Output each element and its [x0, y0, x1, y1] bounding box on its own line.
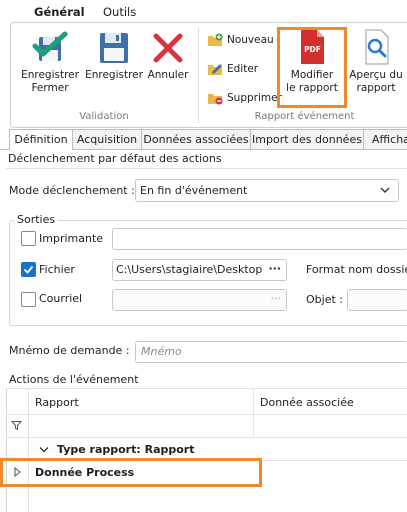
check-icon	[23, 265, 34, 274]
highlight-modify-report	[277, 27, 347, 108]
cancel-button[interactable]: Annuler	[143, 31, 193, 82]
tab-import-donnees[interactable]: Import des données	[250, 129, 364, 149]
row-divider	[6, 414, 407, 415]
filter-icon[interactable]	[11, 420, 22, 431]
preview-icon	[365, 29, 389, 65]
group-collapse-chevron-icon[interactable]	[39, 446, 49, 454]
preview-report-label-2: rapport	[356, 82, 396, 94]
row-divider	[6, 437, 407, 438]
mode-select-value: En fin d'événement	[140, 184, 248, 197]
save-button[interactable]: Enregistrer	[85, 31, 143, 82]
actions-title: Actions de l'événement	[9, 373, 139, 386]
tab-outils[interactable]: Outils	[103, 5, 136, 19]
column-header-rapport[interactable]: Rapport	[35, 396, 79, 409]
objet-label: Objet :	[306, 293, 343, 306]
mode-label: Mode déclenchement :	[9, 184, 135, 197]
new-folder-icon	[208, 33, 223, 46]
save-close-label: Enregistrer Fermer	[21, 69, 79, 94]
tab-definition[interactable]: Définition	[9, 129, 73, 150]
divider	[6, 168, 407, 169]
mnemo-label: Mnémo de demande :	[9, 344, 130, 357]
highlight-donnee-process	[0, 458, 262, 487]
tab-acquisition[interactable]: Acquisition	[72, 129, 142, 149]
format-label: Format nom dossier :	[306, 263, 407, 276]
property-tabs: Définition Acquisition Données associées…	[0, 129, 407, 150]
group-row-label: Type rapport: Rapport	[57, 443, 195, 456]
browse-button[interactable]: ···	[268, 262, 281, 275]
close-icon	[153, 33, 183, 63]
cancel-label: Annuler	[147, 69, 189, 81]
courriel-input[interactable]: ···	[112, 289, 287, 311]
ribbon: Enregistrer Fermer Enregistrer Annuler V…	[10, 22, 407, 128]
mnemo-placeholder: Mnémo	[141, 345, 182, 358]
delete-button[interactable]: Supprimer	[207, 89, 282, 107]
sorties-title: Sorties	[14, 213, 59, 226]
courriel-checkbox[interactable]	[21, 292, 36, 307]
fichier-checkbox[interactable]	[21, 262, 36, 277]
edit-label: Editer	[227, 63, 259, 75]
objet-input[interactable]	[347, 289, 407, 311]
courriel-browse-button[interactable]: ···	[271, 292, 282, 305]
save-label: Enregistrer	[85, 69, 143, 81]
group-label-validation: Validation	[79, 111, 129, 122]
column-divider	[28, 389, 29, 512]
group-separator	[198, 27, 199, 123]
imprimante-input[interactable]	[112, 228, 407, 250]
save-close-icon	[32, 31, 68, 61]
preview-report-label-1: Aperçu du	[349, 69, 403, 81]
delete-folder-icon	[208, 94, 223, 105]
chevron-down-icon	[380, 187, 390, 193]
imprimante-label: Imprimante	[39, 232, 104, 245]
save-icon	[100, 33, 128, 63]
edit-folder-icon	[208, 64, 222, 75]
courriel-label: Courriel	[39, 292, 83, 305]
preview-report-button[interactable]: Aperçu du rapport	[344, 29, 407, 95]
mode-select[interactable]: En fin d'événement	[135, 179, 399, 202]
fichier-label: Fichier	[39, 263, 75, 276]
save-close-button[interactable]: Enregistrer Fermer	[13, 31, 87, 95]
column-divider	[253, 389, 254, 437]
tab-affichage[interactable]: Afficha	[363, 129, 407, 149]
edit-button[interactable]: Editer	[207, 60, 279, 78]
group-label-rapport: Rapport événement	[254, 111, 355, 122]
imprimante-checkbox[interactable]	[21, 231, 36, 246]
mnemo-input[interactable]: Mnémo	[135, 341, 407, 363]
fichier-path-input[interactable]: C:\Users\stagiaire\Desktop ···	[112, 259, 287, 281]
column-header-donnee-associee[interactable]: Donnée associée	[260, 396, 354, 409]
fichier-path-value: C:\Users\stagiaire\Desktop	[116, 263, 263, 276]
new-label: Nouveau	[227, 34, 274, 46]
tab-general[interactable]: Général	[34, 5, 85, 24]
ribbon-tab-bar: Général Outils	[0, 0, 407, 24]
new-button[interactable]: Nouveau	[207, 31, 279, 49]
delete-label: Supprimer	[227, 92, 282, 104]
tab-donnees-associees[interactable]: Données associées	[141, 129, 251, 149]
section-title-declenchement: Déclenchement par défaut des actions	[8, 152, 222, 165]
